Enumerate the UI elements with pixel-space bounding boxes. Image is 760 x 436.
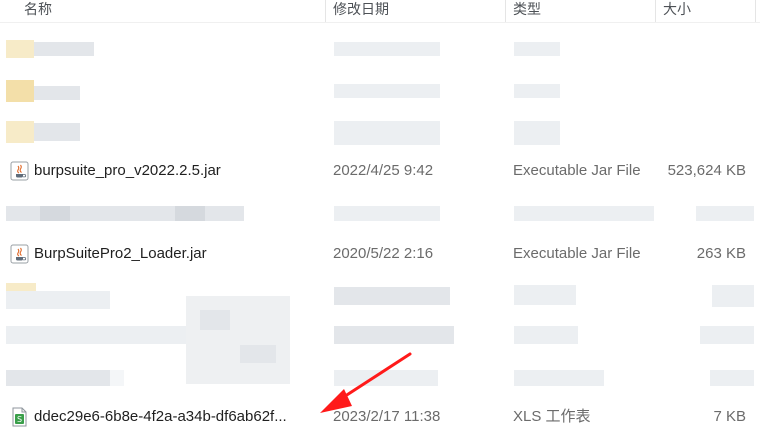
column-header-modified[interactable]: 修改日期 (333, 0, 389, 22)
column-divider[interactable] (325, 0, 326, 22)
folder-icon (6, 80, 34, 102)
redacted-size (710, 370, 754, 386)
java-jar-icon (10, 244, 29, 264)
file-explorer-list: 名称 修改日期 类型 大小 burpsuite_pro_v2022.2.5.ja… (0, 0, 760, 436)
folder-icon (6, 121, 34, 143)
redacted-size (712, 285, 754, 307)
column-header-size[interactable]: 大小 (663, 0, 691, 22)
redacted-size (700, 326, 754, 344)
redacted-size (696, 206, 754, 221)
redacted-type (514, 285, 576, 305)
file-date: 2022/4/25 9:42 (333, 162, 434, 179)
list-item-blurred[interactable] (0, 275, 760, 316)
redacted-name (34, 42, 94, 56)
file-type: Executable Jar File (513, 162, 641, 179)
redacted-name (6, 326, 186, 344)
column-divider[interactable] (755, 0, 756, 22)
column-header-bar: 名称 修改日期 类型 大小 (0, 0, 760, 23)
file-size: 7 KB (713, 408, 746, 425)
redacted-type (514, 42, 560, 56)
file-size: 263 KB (696, 245, 746, 262)
column-divider[interactable] (505, 0, 506, 22)
list-item-blurred[interactable] (0, 72, 760, 113)
list-item-blurred[interactable] (0, 316, 760, 357)
file-name[interactable]: ddec29e6-6b8e-4f2a-a34b-df6ab62f... (34, 407, 287, 427)
list-item-blurred[interactable] (0, 30, 760, 71)
redacted-type (514, 370, 604, 386)
file-size: 523,624 KB (667, 162, 746, 179)
spreadsheet-icon: S (10, 407, 29, 427)
redacted-type (514, 84, 560, 98)
file-name[interactable]: BurpSuitePro2_Loader.jar (34, 244, 207, 264)
file-date: 2020/5/22 2:16 (333, 245, 434, 262)
redacted-date (334, 206, 440, 221)
redacted-fragment (40, 206, 70, 221)
column-header-type[interactable]: 类型 (513, 0, 541, 22)
redacted-name (34, 123, 80, 141)
redacted-date (334, 326, 454, 344)
folder-icon (6, 40, 34, 58)
redacted-type (514, 326, 578, 344)
redacted-fragment (175, 206, 205, 221)
redacted-date (334, 370, 438, 386)
file-name[interactable]: burpsuite_pro_v2022.2.5.jar (34, 161, 221, 181)
redacted-date (334, 42, 440, 56)
redacted-name (6, 291, 110, 309)
list-item-file[interactable]: S ddec29e6-6b8e-4f2a-a34b-df6ab62f... 20… (0, 397, 760, 436)
redacted-fragment (110, 370, 124, 386)
svg-text:S: S (17, 415, 22, 424)
redacted-type (514, 121, 560, 145)
list-item-blurred[interactable] (0, 113, 760, 154)
redacted-type (514, 206, 654, 221)
list-item-file[interactable]: burpsuite_pro_v2022.2.5.jar 2022/4/25 9:… (0, 151, 760, 192)
redacted-date (334, 287, 450, 305)
column-header-name[interactable]: 名称 (24, 0, 52, 22)
column-divider[interactable] (655, 0, 656, 22)
file-type: XLS 工作表 (513, 408, 591, 425)
list-item-file[interactable]: BurpSuitePro2_Loader.jar 2020/5/22 2:16 … (0, 234, 760, 275)
java-jar-icon (10, 161, 29, 181)
redacted-name (6, 370, 110, 386)
file-type: Executable Jar File (513, 245, 641, 262)
redacted-date (334, 84, 440, 98)
redacted-name (34, 86, 80, 100)
list-item-blurred[interactable] (0, 358, 760, 399)
file-date: 2023/2/17 11:38 (333, 408, 441, 425)
list-item-blurred[interactable] (0, 193, 760, 234)
redacted-date (334, 121, 440, 145)
